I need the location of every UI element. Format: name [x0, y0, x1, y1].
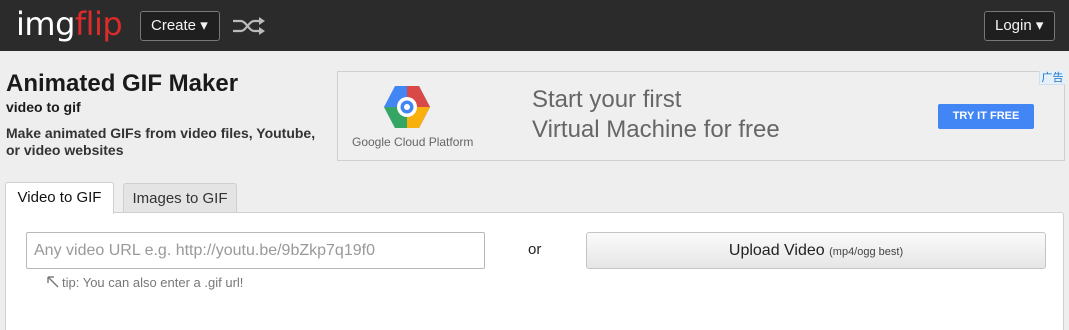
upload-format-hint: (mp4/ogg best)	[829, 246, 904, 258]
tab-video-to-gif[interactable]: Video to GIF	[5, 182, 114, 214]
ad-headline-line1: Start your first	[532, 86, 682, 113]
ad-marker[interactable]: 广告	[1039, 71, 1065, 85]
video-url-input[interactable]	[26, 232, 485, 269]
upload-video-button[interactable]: Upload Video (mp4/ogg best)	[586, 232, 1046, 269]
page-description: Make animated GIFs from video files, You…	[6, 125, 316, 158]
logo-text-flip: flip	[74, 5, 123, 43]
google-cloud-logo-icon	[384, 86, 430, 128]
page-subtitle: video to gif	[6, 99, 81, 115]
ad-headline: Start your first Virtual Machine for fre…	[532, 85, 780, 145]
video-to-gif-panel: or Upload Video (mp4/ogg best) tip: You …	[5, 212, 1064, 330]
login-button[interactable]: Login ▾	[984, 11, 1055, 41]
ad-brand-name: Google Cloud Platform	[352, 135, 474, 149]
arrow-up-left-icon	[47, 276, 59, 288]
gif-url-tip-text: tip: You can also enter a .gif url!	[62, 275, 244, 290]
ad-headline-line2: Virtual Machine for free	[532, 116, 780, 143]
advertisement-banner[interactable]: 广告 Google Cloud Platform Start your firs…	[337, 71, 1065, 161]
gif-url-tip: tip: You can also enter a .gif url!	[46, 275, 243, 290]
create-menu-button[interactable]: Create ▾	[140, 11, 220, 41]
or-separator: or	[528, 241, 542, 258]
ad-try-free-button[interactable]: TRY IT FREE	[938, 104, 1034, 129]
upload-video-label: Upload Video	[728, 242, 825, 259]
logo-text-img: img	[16, 5, 75, 43]
shuffle-icon[interactable]	[232, 17, 266, 35]
top-nav-bar: imgflip Create ▾ Login ▾	[0, 0, 1069, 51]
tab-images-to-gif[interactable]: Images to GIF	[123, 183, 237, 213]
imgflip-logo[interactable]: imgflip	[16, 5, 123, 43]
page-title: Animated GIF Maker	[6, 70, 239, 97]
